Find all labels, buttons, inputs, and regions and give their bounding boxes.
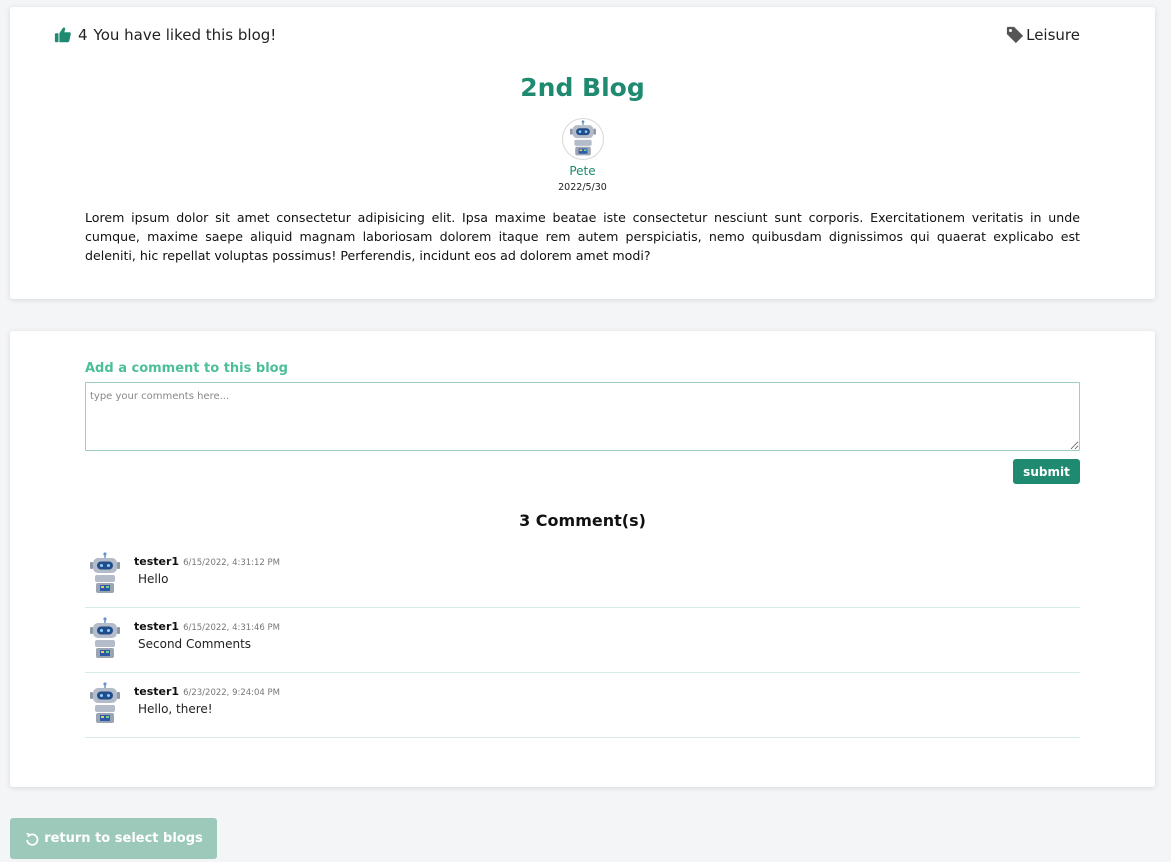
comment-author: tester1 bbox=[134, 620, 180, 633]
author-avatar bbox=[562, 118, 604, 160]
tag-icon bbox=[1007, 26, 1024, 44]
blog-title: 2nd Blog bbox=[520, 73, 645, 102]
submit-button[interactable]: submit bbox=[1013, 459, 1080, 484]
thumbs-up-icon[interactable] bbox=[54, 26, 72, 44]
like-row: 4 You have liked this blog! bbox=[54, 26, 276, 44]
comments-card: Add a comment to this blog submit 3 Comm… bbox=[10, 331, 1155, 787]
blog-card: 4 You have liked this blog! Leisure 2nd … bbox=[10, 7, 1155, 299]
comment-item: tester1 6/23/2022, 9:24:04 PM Hello, the… bbox=[85, 673, 1080, 738]
comment-author: tester1 bbox=[134, 555, 180, 568]
comment-text: Second Comments bbox=[138, 637, 252, 651]
return-button-label: return to select blogs bbox=[44, 831, 203, 846]
comment-header: tester1 6/23/2022, 9:24:04 PM bbox=[134, 685, 280, 698]
comment-input[interactable] bbox=[85, 382, 1080, 451]
comment-list: tester1 6/15/2022, 4:31:12 PM Hello test… bbox=[85, 543, 1080, 738]
blog-body: Lorem ipsum dolor sit amet consectetur a… bbox=[85, 210, 1080, 263]
author-name[interactable]: Pete bbox=[10, 164, 1155, 178]
undo-icon bbox=[26, 832, 39, 846]
comment-item: tester1 6/15/2022, 4:31:46 PM Second Com… bbox=[85, 608, 1080, 673]
comment-timestamp: 6/23/2022, 9:24:04 PM bbox=[183, 688, 280, 698]
like-status-text: You have liked this blog! bbox=[93, 26, 277, 44]
comment-author: tester1 bbox=[134, 685, 180, 698]
comment-text: Hello bbox=[138, 572, 169, 586]
robot-avatar-icon bbox=[90, 552, 120, 593]
comment-item: tester1 6/15/2022, 4:31:12 PM Hello bbox=[85, 543, 1080, 608]
comments-count-heading: 3 Comment(s) bbox=[519, 511, 646, 530]
post-date: 2022/5/30 bbox=[558, 182, 607, 193]
comment-timestamp: 6/15/2022, 4:31:12 PM bbox=[183, 558, 280, 568]
robot-avatar-icon bbox=[570, 120, 596, 156]
comment-timestamp: 6/15/2022, 4:31:46 PM bbox=[183, 623, 280, 633]
category-tag: Leisure bbox=[1006, 26, 1080, 44]
category-tag-label: Leisure bbox=[1026, 26, 1080, 44]
return-to-blogs-button[interactable]: return to select blogs bbox=[10, 818, 217, 859]
comment-header: tester1 6/15/2022, 4:31:46 PM bbox=[134, 620, 280, 633]
like-count: 4 bbox=[78, 26, 88, 44]
comment-header: tester1 6/15/2022, 4:31:12 PM bbox=[134, 555, 280, 568]
robot-avatar-icon bbox=[90, 617, 120, 658]
comment-form-label: Add a comment to this blog bbox=[85, 361, 288, 376]
robot-avatar-icon bbox=[90, 682, 120, 723]
comment-text: Hello, there! bbox=[138, 702, 213, 716]
